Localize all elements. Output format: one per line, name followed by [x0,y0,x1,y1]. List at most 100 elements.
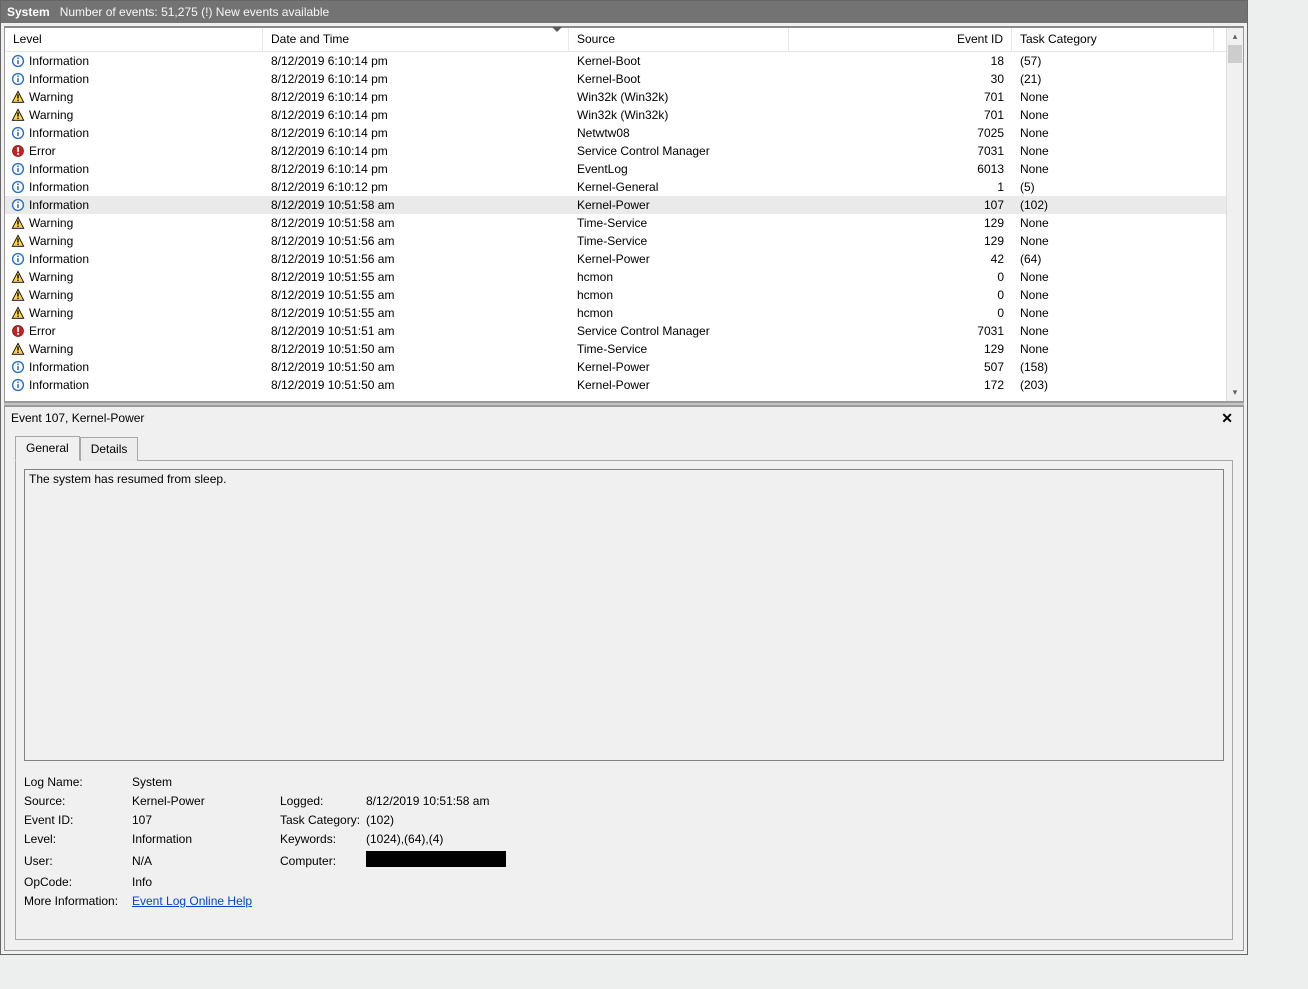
cell-date: 8/12/2019 6:10:14 pm [263,70,569,88]
log-title: System [7,1,50,23]
cell-date: 8/12/2019 6:10:14 pm [263,160,569,178]
cell-level-text: Warning [29,340,73,358]
cell-level-text: Warning [29,304,73,322]
cell-level-text: Error [29,322,56,340]
info-icon [11,72,25,86]
events-grid: Level Date and Time Source Event ID Task… [4,26,1244,402]
scroll-down-icon[interactable]: ▾ [1227,384,1243,401]
cell-level-text: Information [29,160,89,178]
table-row[interactable]: Error8/12/2019 10:51:51 amService Contro… [5,322,1243,340]
tab-general[interactable]: General [15,436,80,461]
warn-icon [11,288,25,302]
col-level[interactable]: Level [5,28,263,51]
val-computer [366,851,666,870]
table-row[interactable]: Information8/12/2019 6:10:14 pmKernel-Bo… [5,52,1243,70]
cell-task-category: None [1012,214,1214,232]
cell-task-category: (203) [1012,376,1214,394]
table-row[interactable]: Information8/12/2019 6:10:12 pmKernel-Ge… [5,178,1243,196]
table-row[interactable]: Information 8/12/2019 10:51:56 amKernel-P… [5,250,1243,268]
err-icon [11,324,25,338]
scroll-thumb[interactable] [1228,45,1242,63]
event-description[interactable]: The system has resumed from sleep. [24,469,1224,761]
cell-level-text: Error [29,142,56,160]
cell-date: 8/12/2019 10:51:58 am [263,196,569,214]
table-row[interactable]: Warning8/12/2019 10:51:50 amTime-Service… [5,340,1243,358]
table-row[interactable]: Information 8/12/2019 6:10:14 pmKernel-Bo… [5,70,1243,88]
table-row[interactable]: Information8/12/2019 6:10:14 pmEventLog6… [5,160,1243,178]
cell-source: Kernel-Power [569,250,789,268]
cell-date: 8/12/2019 6:10:14 pm [263,88,569,106]
cell-task-category: None [1012,124,1214,142]
table-row[interactable]: Information8/12/2019 10:51:50 amKernel-P… [5,376,1243,394]
table-row[interactable]: Warning8/12/2019 10:51:56 amTime-Service… [5,232,1243,250]
val-source: Kernel-Power [132,794,278,808]
cell-date: 8/12/2019 10:51:50 am [263,376,569,394]
cell-level: Warning [5,340,263,358]
cell-event-id: 0 [789,268,1012,286]
cell-event-id: 7025 [789,124,1012,142]
cell-date: 8/12/2019 6:10:12 pm [263,178,569,196]
cell-level: Information [5,178,263,196]
cell-task-category: (64) [1012,250,1214,268]
cell-level: Information [5,124,263,142]
table-row[interactable]: Warning8/12/2019 10:51:55 amhcmon0None [5,304,1243,322]
cell-level: Information [5,250,263,268]
table-row[interactable]: Warning8/12/2019 6:10:14 pmWin32k (Win32… [5,88,1243,106]
close-icon[interactable]: ✕ [1217,407,1237,429]
cell-level-text: Warning [29,232,73,250]
table-row[interactable]: Warning8/12/2019 10:51:58 amTime-Service… [5,214,1243,232]
col-date[interactable]: Date and Time [263,28,569,51]
cell-source: Time-Service [569,340,789,358]
cell-date: 8/12/2019 10:51:50 am [263,358,569,376]
warn-icon [11,342,25,356]
val-log-name: System [132,775,666,789]
cell-date: 8/12/2019 10:51:56 am [263,250,569,268]
table-row[interactable]: Warning8/12/2019 10:51:55 amhcmon0None [5,268,1243,286]
table-row[interactable]: Warning8/12/2019 6:10:14 pmWin32k (Win32… [5,106,1243,124]
warn-icon [11,306,25,320]
col-event-id[interactable]: Event ID [789,28,1012,51]
col-task-category[interactable]: Task Category [1012,28,1214,51]
cell-task-category: (158) [1012,358,1214,376]
cell-source: Kernel-Boot [569,70,789,88]
table-row[interactable]: Information8/12/2019 10:51:50 amKernel-P… [5,358,1243,376]
tab-details[interactable]: Details [80,437,139,461]
lbl-level: Level: [24,832,130,846]
cell-event-id: 701 [789,106,1012,124]
cell-date: 8/12/2019 10:51:55 am [263,286,569,304]
lbl-user: User: [24,854,130,868]
col-source[interactable]: Source [569,28,789,51]
cell-level: Error [5,142,263,160]
lbl-event-id: Event ID: [24,813,130,827]
cell-source: Time-Service [569,214,789,232]
table-row[interactable]: Information8/12/2019 6:10:14 pmNetwtw087… [5,124,1243,142]
cell-level-text: Information [29,250,89,268]
cell-task-category: None [1012,142,1214,160]
table-row[interactable]: Information8/12/2019 10:51:58 amKernel-P… [5,196,1243,214]
scroll-track[interactable] [1227,45,1243,384]
val-event-id: 107 [132,813,278,827]
cell-source: hcmon [569,304,789,322]
cell-level-text: Warning [29,214,73,232]
vertical-scrollbar[interactable]: ▴ ▾ [1226,28,1243,401]
sort-desc-icon [552,27,562,32]
cell-event-id: 6013 [789,160,1012,178]
cell-level: Information [5,358,263,376]
cell-level-text: Information [29,52,89,70]
cell-source: hcmon [569,268,789,286]
scroll-up-icon[interactable]: ▴ [1227,28,1243,45]
cell-task-category: None [1012,160,1214,178]
cell-level: Warning [5,214,263,232]
grid-header: Level Date and Time Source Event ID Task… [5,28,1243,52]
cell-level-text: Information [29,70,89,88]
table-row[interactable]: Warning8/12/2019 10:51:55 amhcmon0None [5,286,1243,304]
grid-body[interactable]: Information8/12/2019 6:10:14 pmKernel-Bo… [5,52,1243,401]
val-opcode: Info [132,875,666,889]
event-log-help-link[interactable]: Event Log Online Help [132,894,252,908]
table-row[interactable]: Error8/12/2019 6:10:14 pmService Control… [5,142,1243,160]
cell-task-category: (5) [1012,178,1214,196]
cell-date: 8/12/2019 10:51:56 am [263,232,569,250]
val-task-category: (102) [366,813,666,827]
cell-source: Netwtw08 [569,124,789,142]
cell-level: Information [5,52,263,70]
